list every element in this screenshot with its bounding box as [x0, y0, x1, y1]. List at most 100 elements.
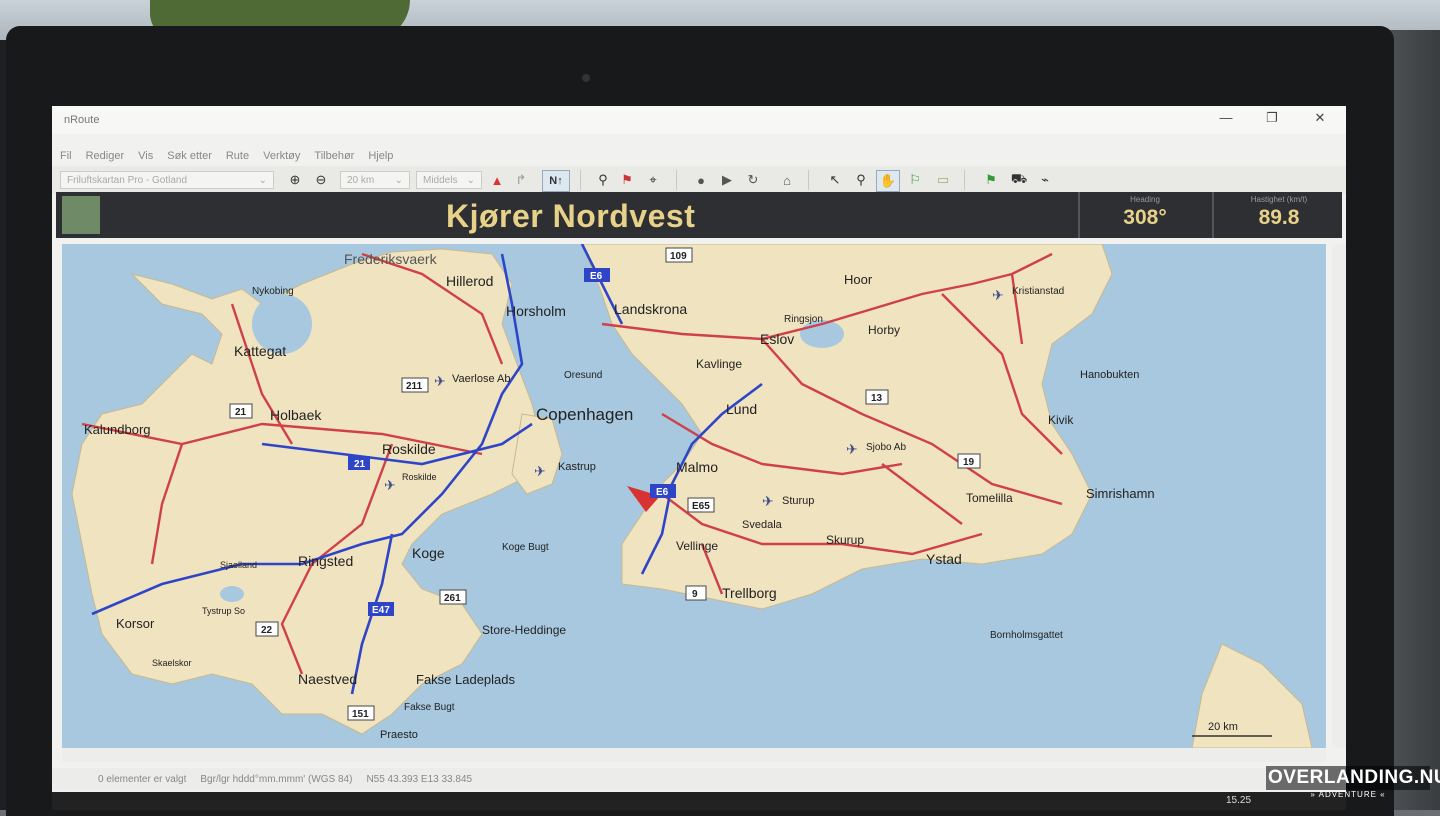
airport-icon: ✈ — [762, 493, 774, 509]
map-label: Kastrup — [558, 461, 596, 473]
map-label: Copenhagen — [536, 405, 633, 424]
taskbar-clock: 15.25 — [1226, 795, 1252, 806]
map-label: Trellborg — [722, 585, 777, 601]
map-label: Vellinge — [676, 539, 718, 553]
map-label: Skaelskor — [152, 658, 192, 668]
map-scale-label: 20 km — [1208, 721, 1238, 733]
map-label: Kattegat — [234, 343, 286, 359]
map-label: Hanobukten — [1080, 369, 1139, 381]
vehicle-icon[interactable]: ⛟ — [1008, 170, 1030, 190]
play-icon[interactable]: ▶ — [716, 170, 738, 190]
map-vertical-scrollbar[interactable] — [1332, 244, 1346, 748]
map-label: Fakse Bugt — [404, 702, 455, 713]
pan-hand-icon[interactable]: ✋ — [876, 170, 900, 192]
status-bar: 0 elementer er valgt Bgr/lgr hddd°mm.mmm… — [52, 768, 1346, 790]
window-title-bar: nRoute — ❐ ✕ — [52, 106, 1346, 134]
pointer-icon[interactable]: ↖ — [824, 170, 846, 190]
gps-receiver-icon[interactable]: ⌖ — [642, 170, 664, 190]
map-label: Tystrup So — [202, 606, 245, 616]
airport-icon: ✈ — [992, 287, 1004, 303]
map-label: Korsor — [116, 616, 155, 631]
route-flag-icon[interactable]: ⚑ — [980, 170, 1002, 190]
map-select[interactable]: Friluftskartan Pro - Gotland ⌄ — [60, 171, 274, 189]
map-horizontal-scrollbar[interactable] — [62, 748, 1326, 762]
navigation-status-band: Kjører Nordvest Heading 308° Hastighet (… — [56, 192, 1342, 238]
map-thumbnail-icon — [62, 196, 100, 234]
map-view[interactable]: ✈ ✈ ✈ ✈ ✈ ✈ Frederiksvaerk Nykobing Hill… — [62, 244, 1326, 748]
heading-label: Heading — [1130, 195, 1160, 204]
watermark-tagline: » ADVENTURE « — [1310, 790, 1386, 799]
maximize-button[interactable]: ❐ — [1252, 110, 1292, 126]
speed-select-value: Middels — [423, 174, 458, 186]
road-shield-21: 21 — [354, 459, 366, 470]
speed-select[interactable]: Middels ⌄ — [416, 171, 482, 189]
airport-icon: ✈ — [384, 477, 396, 493]
map-label: Roskilde — [402, 472, 437, 482]
lake-tystrup — [220, 586, 244, 602]
map-label: Store-Heddinge — [482, 623, 566, 637]
chevron-down-icon: ⌄ — [466, 174, 475, 186]
road-shield-19: 19 — [963, 457, 975, 468]
zoom-tool-icon[interactable]: ⚲ — [850, 170, 872, 190]
flag-icon[interactable]: ⚐ — [904, 170, 926, 190]
map-label: Svedala — [742, 519, 783, 531]
map-label: Lund — [726, 401, 757, 417]
map-label: Koge Bugt — [502, 542, 549, 553]
map-canvas[interactable]: ✈ ✈ ✈ ✈ ✈ ✈ Frederiksvaerk Nykobing Hill… — [62, 244, 1326, 748]
map-label: Kalundborg — [84, 422, 151, 437]
selection-status: 0 elementer er valgt — [98, 773, 187, 785]
coordinate-format: Bgr/lgr hddd°mm.mmm' (WGS 84) — [200, 773, 353, 785]
map-label: Ringsjon — [784, 314, 823, 325]
heading-meter: Heading 308° — [1078, 192, 1210, 238]
land-amager — [511, 413, 563, 495]
toolbar: Friluftskartan Pro - Gotland ⌄ ⊕ ⊖ 20 km… — [52, 166, 1346, 194]
close-button[interactable]: ✕ — [1300, 110, 1340, 126]
airport-icon: ✈ — [534, 463, 546, 479]
road-shield-e65: E65 — [692, 501, 710, 512]
airport-icon: ✈ — [434, 373, 446, 389]
position-marker-icon[interactable]: ▲ — [486, 170, 508, 190]
ruler-icon[interactable]: ▭ — [932, 170, 954, 190]
zoom-in-icon[interactable]: ⊕ — [284, 170, 306, 190]
windows-taskbar — [52, 792, 1346, 810]
map-label: Kavlinge — [696, 357, 742, 371]
map-label: Fakse Ladeplads — [416, 672, 516, 687]
land-scania — [581, 244, 1113, 610]
toolbar-separator — [580, 170, 581, 190]
map-label: Koge — [412, 545, 445, 561]
minimize-button[interactable]: — — [1206, 110, 1246, 125]
zoom-level-select[interactable]: 20 km ⌄ — [340, 171, 410, 189]
road-shield-21: 21 — [235, 407, 247, 418]
binoculars-icon[interactable]: ⚲ — [592, 170, 614, 190]
map-label: Frederiksvaerk — [344, 251, 438, 267]
waypoint-search-icon[interactable]: ⚑ — [616, 170, 638, 190]
map-label: Sturup — [782, 495, 814, 507]
north-up-button[interactable]: N↑ — [542, 170, 570, 192]
map-label: Tomelilla — [966, 491, 1013, 505]
turn-arrow-icon[interactable]: ↱ — [510, 170, 532, 190]
zoom-level-value: 20 km — [347, 174, 375, 186]
map-label: Horby — [868, 323, 900, 337]
road-shield-13: 13 — [871, 393, 883, 404]
road-shield-9: 9 — [692, 589, 698, 600]
zoom-out-icon[interactable]: ⊖ — [310, 170, 332, 190]
map-label: Ringsted — [298, 553, 353, 569]
road-shield-22: 22 — [261, 625, 273, 636]
heading-value: 308° — [1123, 206, 1167, 229]
map-label: Ystad — [926, 551, 962, 567]
refresh-icon[interactable]: ↻ — [742, 170, 764, 190]
webcam — [582, 74, 590, 82]
map-label: Malmo — [676, 459, 718, 475]
home-icon[interactable]: ⌂ — [776, 170, 798, 190]
map-label: Vaerlose Ab — [452, 373, 511, 385]
map-label: Oresund — [564, 370, 602, 381]
toolbar-separator — [964, 170, 965, 190]
speed-value: 89.8 — [1258, 206, 1300, 229]
airport-icon: ✈ — [846, 441, 858, 457]
map-label: Bornholmsgattet — [990, 630, 1063, 641]
map-label: Hoor — [844, 272, 873, 287]
map-label: Holbaek — [270, 407, 322, 423]
record-icon[interactable]: ● — [690, 170, 712, 190]
map-label: Roskilde — [382, 441, 436, 457]
satellite-icon[interactable]: ⌁ — [1034, 170, 1056, 190]
